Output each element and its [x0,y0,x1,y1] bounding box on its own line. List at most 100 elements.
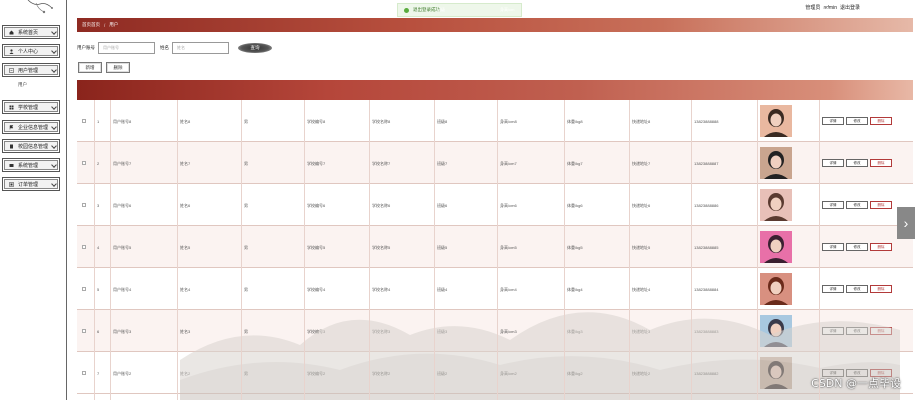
toast-text: 退出登录成功 [413,7,440,12]
edit-button[interactable]: 修改 [846,201,868,209]
row-delete-button[interactable]: 删除 [870,117,892,125]
cell-weight: 体重/kg5 [567,245,583,250]
cell-idx: 7 [97,371,100,376]
cell-address: 快递地址8 [632,119,651,124]
row-delete-button[interactable]: 删除 [870,327,892,335]
avatar [760,273,792,305]
menu-personal[interactable]: 个人中心 [2,44,60,58]
column-divider [629,100,630,400]
column-divider [304,100,305,400]
row-checkbox[interactable] [82,161,86,165]
detail-button[interactable]: 详情 [822,243,844,251]
cell-name: 姓名6 [180,203,191,208]
detail-button[interactable]: 详情 [822,285,844,293]
search-button[interactable]: 查询 [238,43,272,53]
cell-address: 快递地址2 [632,371,651,376]
edit-button[interactable]: 修改 [846,159,868,167]
menu-system[interactable]: 系统管理 [2,158,60,172]
menu-user-mgmt[interactable]: 用户管理 [2,63,60,77]
chevron-down-icon [51,124,57,130]
column-divider [497,100,498,400]
cell-weight: 体重/kg8 [567,119,583,124]
column-header: 班级 [437,7,445,12]
edit-button[interactable]: 修改 [846,285,868,293]
menu-home[interactable]: 系统首页 [2,25,60,39]
column-divider [564,100,565,400]
row-checkbox[interactable] [82,371,86,375]
avatar [760,189,792,221]
menu-school-label: 学校管理 [18,104,39,111]
row-delete-button[interactable]: 删除 [870,159,892,167]
column-header: 用户账号 [113,7,129,12]
ink-branch-decoration [27,0,53,14]
delete-button[interactable]: 删除 [106,62,130,73]
column-header: 体重/kg [567,7,581,12]
action-bar: 新增 删除 [78,62,130,73]
home-icon [9,30,14,34]
name-label: 姓名 [160,45,169,50]
cell-address: 快递地址3 [632,329,651,334]
cell-gender: 男 [244,161,248,166]
sidebar: 系统首页 个人中心 用户管理 用户 学校管理 企业信息管理 校园信息管理 系统管… [0,0,67,400]
menu-orders[interactable]: 订单管理 [2,177,60,191]
users-icon [9,67,14,73]
row-delete-button[interactable]: 删除 [870,201,892,209]
name-input[interactable]: 姓名 [172,42,229,54]
cell-class: 班级2 [437,371,448,376]
detail-button[interactable]: 详情 [822,201,844,209]
cell-account: 用户账号7 [113,161,132,166]
column-header: 头像 [760,7,768,12]
cell-school-name: 学校名称4 [372,287,391,292]
row-checkbox[interactable] [82,119,86,123]
row-checkbox[interactable] [82,203,86,207]
row-checkbox[interactable] [82,245,86,249]
detail-button[interactable]: 详情 [822,117,844,125]
cell-idx: 2 [97,161,100,166]
chevron-down-icon [51,29,57,35]
row-delete-button[interactable]: 删除 [870,243,892,251]
cell-weight: 体重/kg3 [567,329,583,334]
chevron-down-icon [51,143,57,149]
edit-button[interactable]: 修改 [846,117,868,125]
menu-user-mgmt-label: 用户管理 [18,67,39,74]
menu-campus[interactable]: 校园信息管理 [2,139,60,153]
chevron-down-icon [51,48,57,54]
logout-link[interactable]: 退出登录 [840,5,860,11]
cell-idx: 6 [97,329,100,334]
menu-campus-label: 校园信息管理 [18,143,49,150]
row-checkbox[interactable] [82,287,86,291]
cell-idx: 3 [97,203,100,208]
breadcrumb-current: 用户 [109,22,119,27]
cell-address: 快递地址6 [632,203,651,208]
sidebar-item-user[interactable]: 用户 [18,82,27,88]
detail-button[interactable]: 详情 [822,159,844,167]
account-input[interactable]: 用户账号 [98,42,155,54]
detail-button[interactable]: 详情 [822,327,844,335]
avatar [760,105,792,137]
cell-weight: 体重/kg7 [567,161,583,166]
cell-phone: 13823888883 [694,329,719,334]
menu-system-label: 系统管理 [18,162,39,169]
grid-icon [9,105,14,109]
add-button[interactable]: 新增 [78,62,102,73]
cell-gender: 男 [244,371,248,376]
avatar [760,315,792,347]
cell-weight: 体重/kg6 [567,203,583,208]
column-header: 学校编号 [307,7,323,12]
row-checkbox[interactable] [82,329,86,333]
cell-height: 身高/cm2 [500,371,517,376]
edit-button[interactable]: 修改 [846,243,868,251]
column-header: 索引 [97,7,105,12]
menu-enterprise[interactable]: 企业信息管理 [2,120,60,134]
user-info: 管理员 admin 退出登录 [802,4,860,11]
edit-button[interactable]: 修改 [846,327,868,335]
menu-home-label: 系统首页 [18,29,39,36]
account-label: 用户账号 [77,45,95,50]
cell-name: 姓名2 [180,371,191,376]
cell-account: 用户账号3 [113,329,132,334]
breadcrumb-home[interactable]: 首页首页 [82,22,100,28]
next-arrow-icon[interactable]: › [897,207,915,239]
chevron-down-icon [51,67,57,73]
row-delete-button[interactable]: 删除 [870,285,892,293]
menu-school[interactable]: 学校管理 [2,100,60,114]
